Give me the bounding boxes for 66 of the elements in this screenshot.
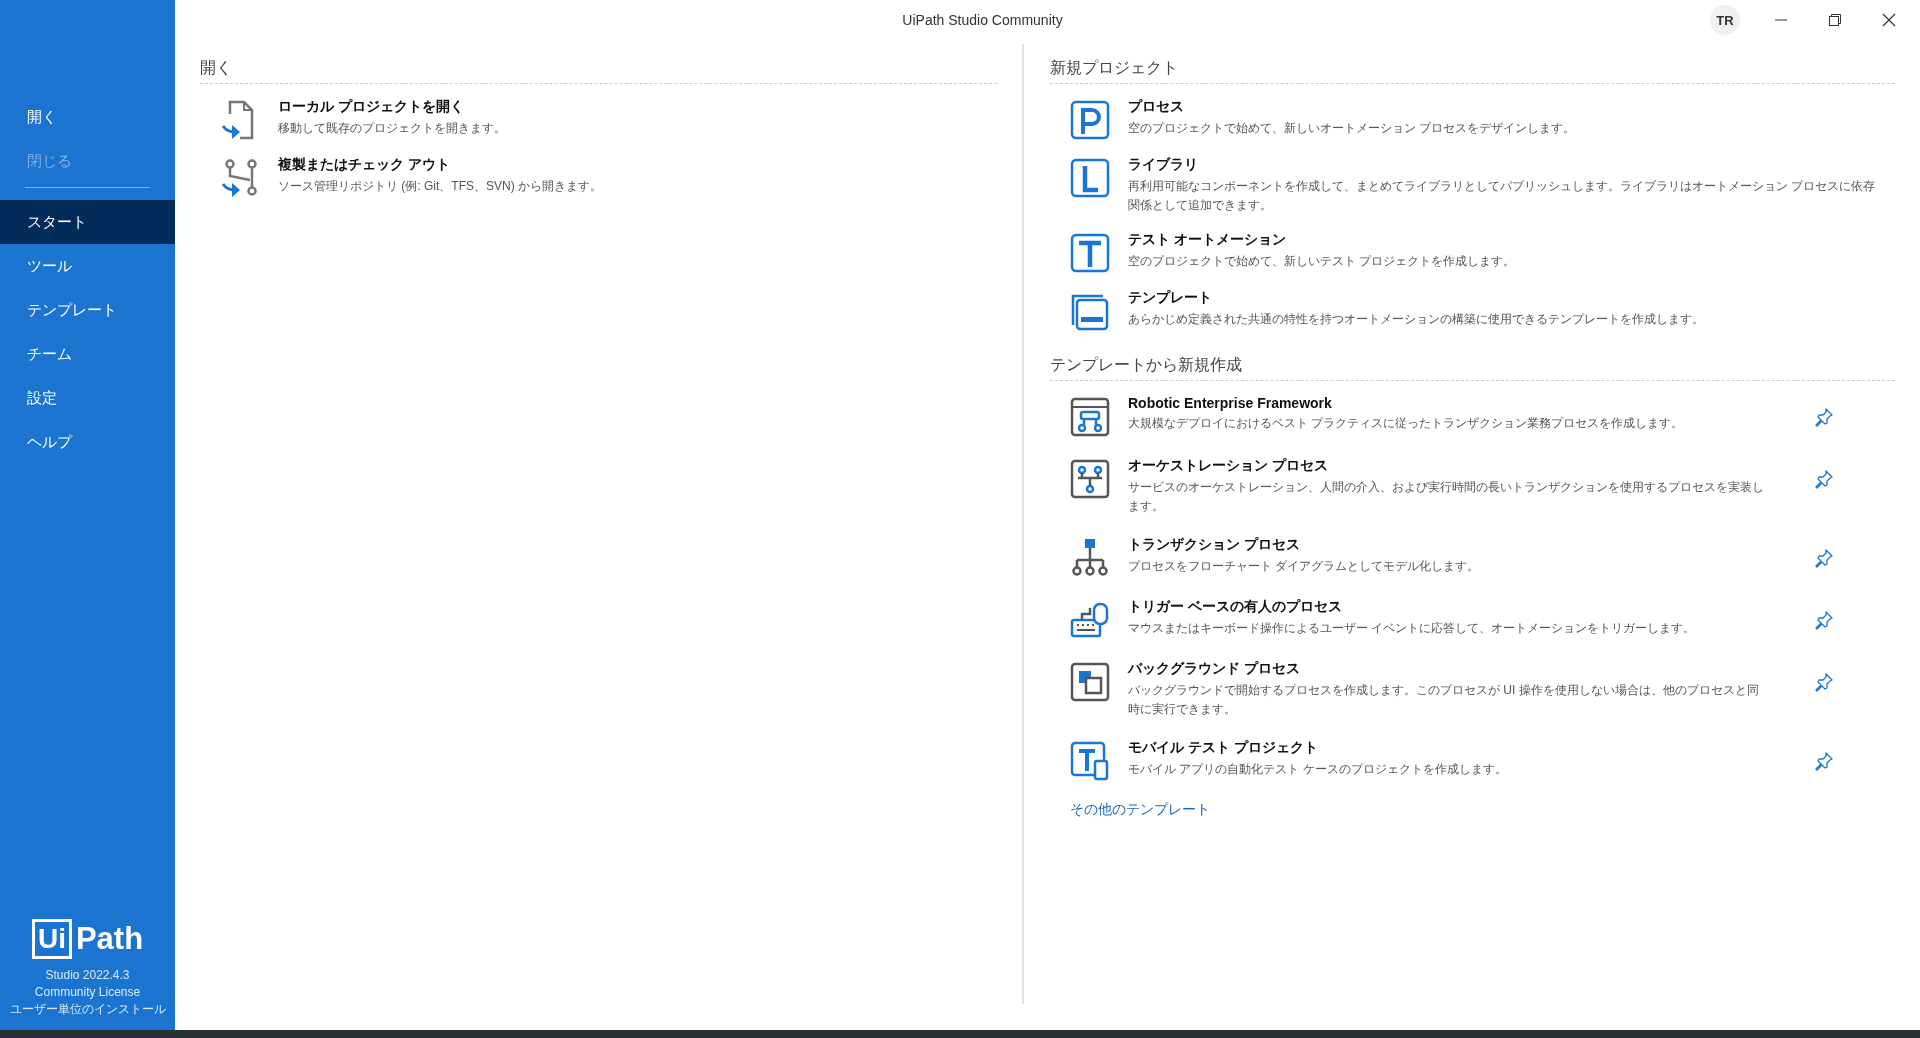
- more-templates-link[interactable]: その他のテンプレート: [1070, 801, 1210, 819]
- open-option[interactable]: ローカル プロジェクトを開く 移動して既存のプロジェクトを開きます。: [200, 98, 997, 140]
- section-heading: 開く: [200, 58, 997, 84]
- logo-text: Path: [75, 921, 144, 957]
- template-title: トリガー ベースの有人のプロセス: [1128, 598, 1343, 616]
- template-description: サービスのオーケストレーション、人間の介入、および実行時間の長いトランザクションを使用するプロセスを実装します。: [1128, 479, 1765, 515]
- t-letter-icon: [1070, 233, 1110, 273]
- template-description: モバイル アプリの自動化テスト ケースのプロジェクトを作成します。: [1128, 761, 1508, 778]
- project-option[interactable]: ライブラリ 再利用可能なコンポーネントを作成して、まとめてライブラリとしてパブリッシュします。ライブラリはオートメーション プロセスに依存関係として追加できます。: [1050, 156, 1895, 215]
- mobile-test-icon: [1070, 741, 1110, 781]
- sidebar-item[interactable]: スタート: [0, 200, 175, 244]
- window-title: UiPath Studio Community: [901, 12, 1064, 28]
- template-description: 大規模なデプロイにおけるベスト プラクティスに従ったトランザクション業務プロセスを作成します。: [1128, 415, 1685, 432]
- template-option[interactable]: オーケストレーション プロセス サービスのオーケストレーション、人間の介入、および実行時間の長いトランザクションを使用するプロセスを実装します。: [1050, 457, 1895, 516]
- template-title: モバイル テスト プロジェクト: [1128, 739, 1319, 757]
- restore-icon: [1829, 14, 1841, 26]
- framework-window-icon: [1070, 397, 1110, 437]
- sidebar-item[interactable]: 開く: [0, 95, 175, 139]
- project-option[interactable]: テスト オートメーション 空のプロジェクトで始めて、新しいテスト プロジェクトを作成します。: [1050, 231, 1895, 273]
- template-option[interactable]: バックグラウンド プロセス バックグラウンドで開始するプロセスを作成します。このプロセスが UI 操作を使用しない場合は、他のプロセスと同時に実行できます。: [1050, 660, 1895, 719]
- close-icon: [1882, 13, 1896, 27]
- option-description: 空のプロジェクトで始めて、新しいテスト プロジェクトを作成します。: [1128, 253, 1516, 270]
- option-description: あらかじめ定義された共通の特性を持つオートメーションの構築に使用できるテンプレートを作成します。: [1128, 311, 1704, 328]
- option-title: ライブラリ: [1128, 156, 1199, 174]
- template-title: バックグラウンド プロセス: [1128, 660, 1301, 678]
- sidebar-item[interactable]: チーム: [0, 332, 175, 376]
- version-text: Studio 2022.4.3: [45, 967, 130, 984]
- template-title: Robotic Enterprise Framework: [1128, 395, 1333, 411]
- section-heading: テンプレートから新規作成: [1050, 355, 1895, 381]
- template-description: プロセスをフローチャート ダイアグラムとしてモデル化します。: [1128, 558, 1481, 575]
- option-title: テンプレート: [1128, 289, 1213, 307]
- option-description: 移動して既存のプロジェクトを開きます。: [278, 120, 506, 137]
- template-option[interactable]: モバイル テスト プロジェクト モバイル アプリの自動化テスト ケースのプロジェクトを作成します。: [1050, 739, 1895, 781]
- version-text: ユーザー単位のインストール: [9, 1001, 166, 1018]
- sidebar-item[interactable]: 設定: [0, 376, 175, 420]
- user-avatar[interactable]: TR: [1710, 5, 1740, 35]
- option-description: 再利用可能なコンポーネントを作成して、まとめてライブラリとしてパブリッシュします。ライブラリはオートメーション プロセスに依存関係として追加できます。: [1128, 178, 1877, 214]
- template-description: バックグラウンドで開始するプロセスを作成します。このプロセスが UI 操作を使用しない場合は、他のプロセスと同時に実行できます。: [1128, 682, 1760, 718]
- flow-diagram-icon: [1070, 459, 1110, 499]
- keyboard-mouse-icon: [1070, 600, 1110, 640]
- logo-box-text: Ui: [31, 919, 72, 959]
- template-description: マウスまたはキーボード操作によるユーザー イベントに応答して、オートメーションをトリガーします。: [1128, 620, 1697, 637]
- option-description: 空のプロジェクトで始めて、新しいオートメーション プロセスをデザインします。: [1128, 120, 1576, 137]
- option-title: テスト オートメーション: [1128, 231, 1287, 249]
- section-heading: 新規プロジェクト: [1050, 58, 1895, 84]
- branch-arrow-icon: [220, 158, 260, 198]
- option-title: 複製またはチェック アウト: [278, 156, 451, 174]
- sidebar-item[interactable]: ヘルプ: [0, 420, 175, 464]
- l-letter-icon: [1070, 158, 1110, 198]
- template-option[interactable]: Robotic Enterprise Framework 大規模なデプロイにおけるベスト プラクティスに従ったトランザクション業務プロセスを作成します。: [1050, 395, 1895, 437]
- overlapping-squares-icon: [1070, 662, 1110, 702]
- template-title: オーケストレーション プロセス: [1128, 457, 1329, 475]
- template-title: トランザクション プロセス: [1128, 536, 1301, 554]
- sidebar-item[interactable]: ツール: [0, 244, 175, 288]
- open-option[interactable]: 複製またはチェック アウト ソース管理リポジトリ (例: Git、TFS、SVN) から開きます。: [200, 156, 997, 198]
- option-description: ソース管理リポジトリ (例: Git、TFS、SVN) から開きます。: [278, 178, 602, 195]
- version-text: Community License: [34, 984, 141, 1001]
- p-letter-icon: [1070, 100, 1110, 140]
- template-option[interactable]: トリガー ベースの有人のプロセス マウスまたはキーボード操作によるユーザー イベントに応答して、オートメーションをトリガーします。: [1050, 598, 1895, 640]
- sidebar-item[interactable]: テンプレート: [0, 288, 175, 332]
- project-option[interactable]: プロセス 空のプロジェクトで始めて、新しいオートメーション プロセスをデザインします。: [1050, 98, 1895, 140]
- template-option[interactable]: トランザクション プロセス プロセスをフローチャート ダイアグラムとしてモデル化します。: [1050, 536, 1895, 578]
- hierarchy-icon: [1070, 538, 1110, 578]
- option-title: プロセス: [1128, 98, 1185, 116]
- option-title: ローカル プロジェクトを開く: [278, 98, 465, 116]
- project-option[interactable]: テンプレート あらかじめ定義された共通の特性を持つオートメーションの構築に使用できるテンプレートを作成します。: [1050, 289, 1895, 331]
